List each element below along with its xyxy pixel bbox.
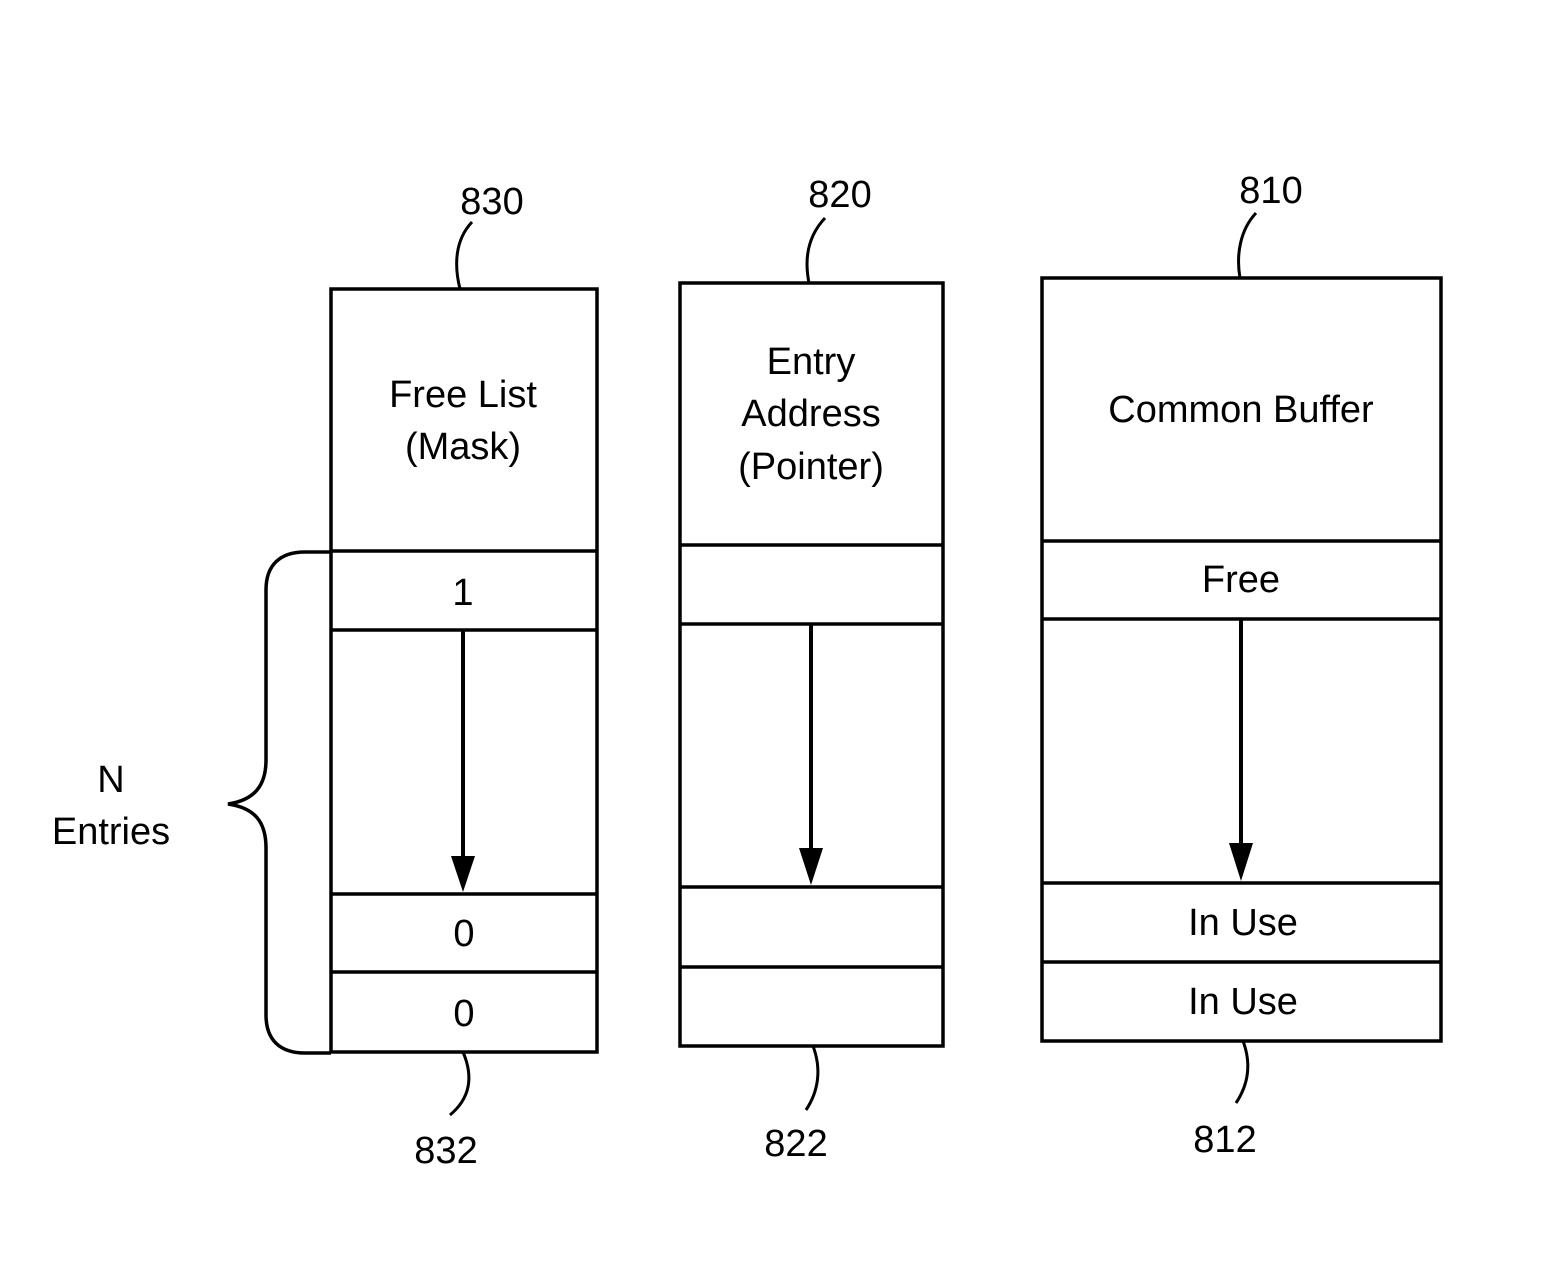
free-list-cell-last: 0	[453, 993, 474, 1035]
free-list-bottom-leader	[449, 1051, 471, 1117]
free-list-title-line-1: Free List	[389, 374, 537, 416]
entry-address-title-line-1: Entry	[767, 341, 856, 383]
brace-label-line-1: N	[97, 759, 124, 801]
common-buffer-bottom-leader	[1234, 1040, 1250, 1104]
free-list-cell-second-last: 0	[453, 913, 474, 955]
entry-address-title-line-3: (Pointer)	[738, 446, 884, 488]
n-entries-brace-group: N Entries	[52, 550, 331, 1055]
memory-structure-diagram: Free List (Mask) 1 0 0 830 832 N Entries…	[52, 170, 1443, 1172]
common-buffer-reference-top: 810	[1239, 170, 1302, 212]
entry-address-reference-top: 820	[808, 174, 871, 216]
common-buffer-top-leader	[1237, 211, 1258, 279]
free-list-column: Free List (Mask) 1 0 0 830 832	[329, 181, 599, 1172]
brace-label-line-2: Entries	[52, 811, 170, 853]
curly-brace-icon	[227, 550, 331, 1055]
free-list-title-line-2: (Mask)	[405, 426, 521, 468]
common-buffer-column: Common Buffer Free In Use In Use 810 812	[1040, 170, 1443, 1161]
entry-address-title-line-2: Address	[741, 393, 880, 435]
entry-address-bottom-leader	[804, 1045, 820, 1111]
free-list-reference-top: 830	[460, 181, 523, 223]
entry-address-column: Entry Address (Pointer) 820 822	[678, 174, 945, 1165]
entry-address-top-leader	[805, 216, 827, 284]
entry-address-reference-bottom: 822	[764, 1123, 827, 1165]
common-buffer-cell-free: Free	[1202, 559, 1280, 601]
common-buffer-reference-bottom: 812	[1193, 1119, 1256, 1161]
common-buffer-cell-in-use: In Use	[1188, 902, 1298, 944]
common-buffer-title: Common Buffer	[1108, 389, 1374, 431]
free-list-cell-first: 1	[452, 572, 473, 614]
common-buffer-cell-in-use: In Use	[1188, 981, 1298, 1023]
free-list-reference-bottom: 832	[414, 1130, 477, 1172]
free-list-top-leader	[455, 220, 474, 290]
